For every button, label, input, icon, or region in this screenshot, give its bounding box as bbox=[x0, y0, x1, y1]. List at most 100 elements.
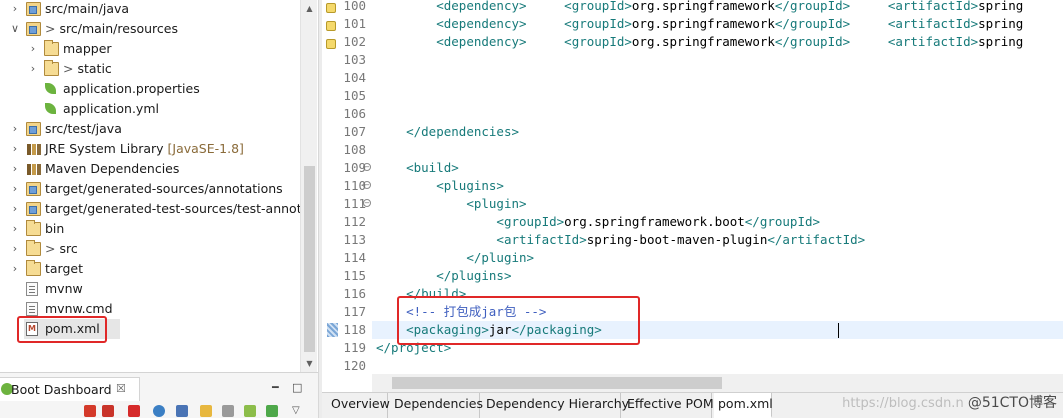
chevron-right-icon[interactable]: › bbox=[10, 179, 20, 199]
line-number: 102 bbox=[343, 34, 366, 49]
chevron-right-icon[interactable]: › bbox=[10, 119, 20, 139]
source-folder-icon bbox=[26, 22, 41, 36]
line-number: 110 bbox=[343, 178, 366, 193]
boot-dashboard-tab[interactable]: Boot Dashboard ☒ bbox=[0, 377, 140, 401]
tab-pom-xml[interactable]: pom.xml bbox=[714, 393, 773, 418]
editor-horizontal-scrollbar[interactable] bbox=[372, 374, 1063, 392]
line-number: 106 bbox=[343, 106, 366, 121]
debug-restart-icon[interactable] bbox=[102, 405, 114, 417]
tree-item-label: target bbox=[45, 259, 83, 279]
chevron-right-icon[interactable]: › bbox=[10, 199, 20, 219]
line-number: 111 bbox=[343, 196, 366, 211]
code-line[interactable]: <dependency> <groupId>org.springframewor… bbox=[376, 15, 1023, 33]
tree-item-text: JRE System Library bbox=[45, 141, 164, 156]
line-number: 117 bbox=[343, 304, 366, 319]
tree-item-text: src/main/resources bbox=[59, 21, 178, 36]
tree-item-text: Maven Dependencies bbox=[45, 161, 180, 176]
line-number-gutter: − − − 100 101 102 103 104 105 106 107 108 109 110 1… bbox=[322, 0, 372, 374]
console-icon[interactable] bbox=[176, 405, 188, 417]
code-line[interactable]: <plugins> bbox=[376, 177, 504, 195]
stop-icon[interactable] bbox=[128, 405, 140, 417]
tree-item-label: JRE System Library [JavaSE-1.8] bbox=[45, 139, 244, 159]
minimize-icon[interactable]: ━ bbox=[272, 381, 279, 394]
packaging-highlight-box bbox=[397, 296, 640, 345]
file-icon bbox=[26, 282, 38, 296]
tree-item-decoration: [JavaSE-1.8] bbox=[163, 141, 244, 156]
code-line[interactable]: </plugins> bbox=[376, 267, 511, 285]
project-explorer: › src/main/java ∨ > src/main/resources › mappe… bbox=[0, 0, 318, 372]
tree-item-prefix: > bbox=[63, 61, 74, 76]
watermark: https://blog.csdn.n @51CTO博客 bbox=[842, 392, 1057, 412]
open-browser-icon[interactable] bbox=[153, 405, 165, 417]
tab-dependencies[interactable]: Dependencies bbox=[390, 393, 483, 418]
tree-item-label: > src/main/resources bbox=[45, 19, 178, 39]
tab-effective-pom[interactable]: Effective POM bbox=[623, 393, 714, 418]
line-number: 105 bbox=[343, 88, 366, 103]
code-line[interactable]: </dependencies> bbox=[376, 123, 519, 141]
code-line[interactable]: <groupId>org.springframework.boot</group… bbox=[376, 213, 820, 231]
tree-item-label: target/generated-test-sources/test-annot… bbox=[45, 199, 318, 219]
chevron-down-icon[interactable]: ∨ bbox=[10, 19, 20, 39]
line-number: 114 bbox=[343, 250, 366, 265]
spring-config-icon bbox=[44, 102, 59, 116]
code-line[interactable]: <plugin> bbox=[376, 195, 526, 213]
line-number: 100 bbox=[343, 0, 366, 13]
scrollbar-thumb[interactable] bbox=[304, 166, 315, 352]
line-number: 103 bbox=[343, 52, 366, 67]
tree-item-label: mvnw bbox=[45, 279, 83, 299]
code-line[interactable]: </plugin> bbox=[376, 249, 534, 267]
maximize-icon[interactable]: □ bbox=[292, 381, 302, 394]
scroll-down-arrow-icon[interactable]: ▼ bbox=[301, 355, 318, 372]
explorer-vertical-scrollbar[interactable]: ▲ ▼ bbox=[300, 0, 317, 372]
tab-dependency-hierarchy[interactable]: Dependency Hierarchy bbox=[482, 393, 629, 418]
add-icon[interactable] bbox=[266, 405, 278, 417]
scroll-up-arrow-icon[interactable]: ▲ bbox=[301, 0, 318, 17]
tree-item-text: src bbox=[59, 241, 78, 256]
tree-item-text: target/generated-sources/annotations bbox=[45, 181, 283, 196]
chevron-right-icon[interactable]: › bbox=[28, 39, 38, 59]
properties-icon[interactable] bbox=[222, 405, 234, 417]
expand-icon[interactable] bbox=[244, 405, 256, 417]
source-folder-icon bbox=[26, 122, 41, 136]
line-number: 113 bbox=[343, 232, 366, 247]
tree-item-label: mapper bbox=[63, 39, 112, 59]
view-menu-icon[interactable]: ▽ bbox=[292, 405, 304, 417]
code-line[interactable]: <dependency> <groupId>org.springframewor… bbox=[376, 33, 1023, 51]
chevron-right-icon[interactable]: › bbox=[10, 239, 20, 259]
chevron-right-icon[interactable]: › bbox=[10, 0, 20, 19]
close-icon[interactable]: ☒ bbox=[116, 382, 126, 395]
code-line[interactable]: <dependency> <groupId>org.springframewor… bbox=[376, 0, 1023, 15]
watermark-brand: @51CTO博客 bbox=[967, 395, 1057, 411]
line-number: 118 bbox=[343, 322, 366, 337]
chevron-right-icon[interactable]: › bbox=[10, 259, 20, 279]
line-number: 108 bbox=[343, 142, 366, 157]
source-folder-icon bbox=[26, 182, 41, 196]
tab-overview[interactable]: Overview bbox=[327, 393, 390, 418]
line-number: 115 bbox=[343, 268, 366, 283]
code-line[interactable]: <build> bbox=[376, 159, 459, 177]
tree-item-label: application.yml bbox=[63, 99, 159, 119]
code-line[interactable]: <artifactId>spring-boot-maven-plugin</ar… bbox=[376, 231, 865, 249]
edit-icon[interactable] bbox=[200, 405, 212, 417]
tree-item-label: > src bbox=[45, 239, 78, 259]
tree-item-text: bin bbox=[45, 221, 65, 236]
source-folder-icon bbox=[26, 2, 41, 16]
line-number: 119 bbox=[343, 340, 366, 355]
tree-item-text: target/generated-test-sources/test-annot… bbox=[45, 201, 318, 216]
restart-icon[interactable] bbox=[84, 405, 96, 417]
chevron-right-icon[interactable]: › bbox=[10, 219, 20, 239]
chevron-right-icon[interactable]: › bbox=[28, 59, 38, 79]
folder-icon bbox=[26, 220, 41, 236]
library-icon bbox=[26, 162, 41, 176]
tree-item-label: src/test/java bbox=[45, 119, 122, 139]
line-number: 112 bbox=[343, 214, 366, 229]
chevron-right-icon[interactable]: › bbox=[10, 159, 20, 179]
tree-item-label: target/generated-sources/annotations bbox=[45, 179, 283, 199]
line-number: 104 bbox=[343, 70, 366, 85]
folder-icon bbox=[26, 240, 41, 256]
boot-dashboard-view: Boot Dashboard ☒ ━ □ ▽ bbox=[0, 372, 318, 418]
watermark-url: https://blog.csdn.n bbox=[842, 396, 964, 411]
chevron-right-icon[interactable]: › bbox=[10, 139, 20, 159]
scrollbar-thumb[interactable] bbox=[392, 377, 722, 389]
text-cursor bbox=[838, 323, 839, 338]
